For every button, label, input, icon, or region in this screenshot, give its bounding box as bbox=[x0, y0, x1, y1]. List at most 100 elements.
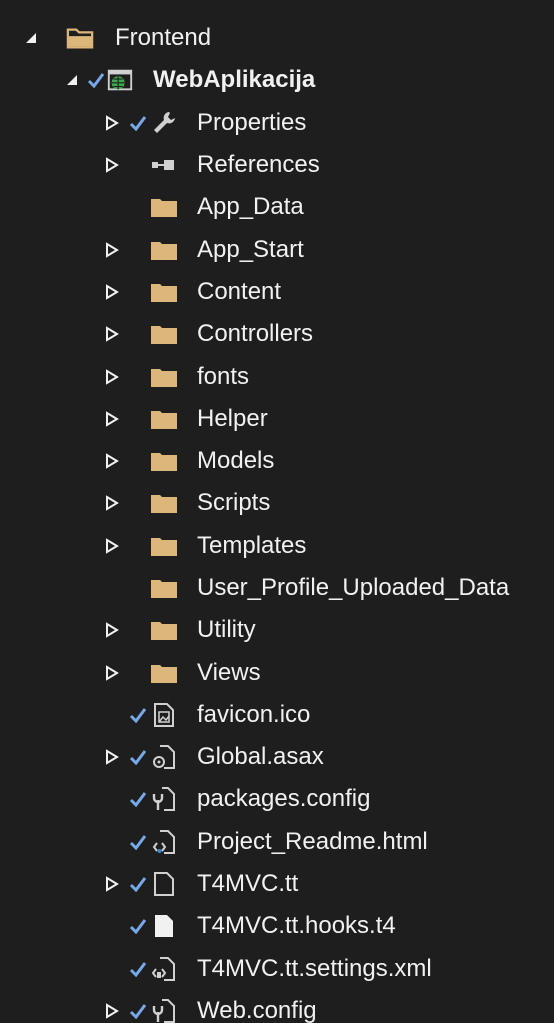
tree-node-label: Utility bbox=[197, 616, 256, 644]
tree-node-t4mvc-tt-settings-xml[interactable]: T4MVC.tt.settings.xml bbox=[0, 948, 554, 990]
tree-node-label: Controllers bbox=[197, 320, 314, 348]
tree-node-label: T4MVC.tt bbox=[197, 870, 299, 898]
tree-node-label: WebAplikacija bbox=[153, 66, 316, 94]
tree-node-models[interactable]: Models bbox=[0, 440, 554, 482]
checked-in-icon bbox=[128, 114, 148, 132]
solution-folder-icon bbox=[66, 25, 94, 51]
checked-in-icon bbox=[128, 1002, 148, 1020]
tree-node-label: packages.config bbox=[197, 785, 371, 813]
tree-node-label: User_Profile_Uploaded_Data bbox=[197, 574, 510, 601]
tree-node-app-start[interactable]: App_Start bbox=[0, 228, 554, 270]
collapsed-arrow-icon[interactable] bbox=[103, 325, 121, 343]
collapsed-arrow-icon[interactable] bbox=[103, 410, 121, 428]
tree-node-label: Views bbox=[197, 658, 261, 686]
tree-node-label: Frontend bbox=[115, 24, 212, 52]
folder-icon bbox=[150, 279, 178, 305]
tree-node-favicon-ico[interactable]: favicon.ico bbox=[0, 694, 554, 736]
collapsed-arrow-icon[interactable] bbox=[103, 748, 121, 766]
tree-node-label: favicon.ico bbox=[197, 700, 311, 728]
collapsed-arrow-icon[interactable] bbox=[103, 664, 121, 682]
tree-node-label: Properties bbox=[197, 108, 307, 136]
tree-node-packages-config[interactable]: packages.config bbox=[0, 778, 554, 820]
references-icon bbox=[150, 152, 178, 178]
image-file-icon bbox=[150, 702, 178, 728]
tree-node-app-data[interactable]: App_Data bbox=[0, 186, 554, 228]
tree-node-label: Content bbox=[197, 277, 282, 305]
collapsed-arrow-icon[interactable] bbox=[103, 875, 121, 893]
tree-node-templates[interactable]: Templates bbox=[0, 525, 554, 567]
config-file-icon bbox=[150, 998, 178, 1023]
white-file-icon bbox=[150, 913, 178, 939]
tree-node-user-profile-uploaded-data[interactable]: User_Profile_Uploaded_Data bbox=[0, 567, 554, 609]
wrench-icon bbox=[150, 110, 178, 136]
folder-icon bbox=[150, 490, 178, 516]
tree-node-helper[interactable]: Helper bbox=[0, 398, 554, 440]
tree-node-label: Templates bbox=[197, 531, 307, 559]
folder-icon bbox=[150, 533, 178, 559]
tree-node-global-asax[interactable]: Global.asax bbox=[0, 736, 554, 778]
checked-in-icon bbox=[128, 790, 148, 808]
tree-node-fonts[interactable]: fonts bbox=[0, 355, 554, 397]
checked-in-icon bbox=[128, 875, 148, 893]
config-file-icon bbox=[150, 786, 178, 812]
checked-in-icon bbox=[128, 706, 148, 724]
tree-node-label: T4MVC.tt.settings.xml bbox=[197, 954, 432, 982]
tree-node-label: App_Start bbox=[197, 235, 304, 263]
checked-in-icon bbox=[86, 71, 106, 89]
tree-node-label: Global.asax bbox=[197, 743, 324, 771]
tree-node-label: T4MVC.tt.hooks.t4 bbox=[197, 912, 396, 940]
tree-node-web-config[interactable]: Web.config bbox=[0, 990, 554, 1023]
checked-in-icon bbox=[128, 748, 148, 766]
tree-node-project-readme-html[interactable]: Project_Readme.html bbox=[0, 821, 554, 863]
checked-in-icon bbox=[128, 917, 148, 935]
tree-node-controllers[interactable]: Controllers bbox=[0, 313, 554, 355]
tree-node-label: Scripts bbox=[197, 489, 271, 517]
tree-node-properties[interactable]: Properties bbox=[0, 102, 554, 144]
tree-node-label: Helper bbox=[197, 404, 268, 432]
file-icon bbox=[150, 871, 178, 897]
collapsed-arrow-icon[interactable] bbox=[103, 1002, 121, 1020]
folder-icon bbox=[150, 575, 178, 601]
tree-node-webaplikacija[interactable]: WebAplikacija bbox=[0, 59, 554, 101]
expanded-arrow-icon[interactable] bbox=[22, 29, 40, 47]
tree-node-label: References bbox=[197, 151, 320, 179]
folder-icon bbox=[150, 194, 178, 220]
tree-node-t4mvc-tt[interactable]: T4MVC.tt bbox=[0, 863, 554, 905]
collapsed-arrow-icon[interactable] bbox=[103, 621, 121, 639]
collapsed-arrow-icon[interactable] bbox=[103, 368, 121, 386]
collapsed-arrow-icon[interactable] bbox=[103, 494, 121, 512]
xml-file-icon bbox=[150, 956, 178, 982]
tree-node-label: fonts bbox=[197, 362, 250, 390]
web-project-icon bbox=[106, 67, 134, 93]
tree-node-t4mvc-tt-hooks-t4[interactable]: T4MVC.tt.hooks.t4 bbox=[0, 905, 554, 947]
collapsed-arrow-icon[interactable] bbox=[103, 537, 121, 555]
tree-node-label: Project_Readme.html bbox=[197, 827, 428, 855]
tree-node-views[interactable]: Views bbox=[0, 651, 554, 693]
folder-icon bbox=[150, 617, 178, 643]
collapsed-arrow-icon[interactable] bbox=[103, 114, 121, 132]
checked-in-icon bbox=[128, 833, 148, 851]
folder-icon bbox=[150, 364, 178, 390]
collapsed-arrow-icon[interactable] bbox=[103, 241, 121, 259]
collapsed-arrow-icon[interactable] bbox=[103, 156, 121, 174]
solution-explorer-tree: Frontend WebAplikacija Properties Refere… bbox=[0, 0, 554, 1023]
tree-node-content[interactable]: Content bbox=[0, 271, 554, 313]
html-file-icon bbox=[150, 829, 178, 855]
asax-file-icon bbox=[150, 744, 178, 770]
folder-icon bbox=[150, 448, 178, 474]
collapsed-arrow-icon[interactable] bbox=[103, 283, 121, 301]
tree-node-frontend[interactable]: Frontend bbox=[0, 17, 554, 59]
folder-icon bbox=[150, 406, 178, 432]
tree-node-scripts[interactable]: Scripts bbox=[0, 482, 554, 524]
tree-node-label: Models bbox=[197, 447, 275, 475]
folder-icon bbox=[150, 321, 178, 347]
tree-node-references[interactable]: References bbox=[0, 144, 554, 186]
folder-icon bbox=[150, 660, 178, 686]
tree-node-utility[interactable]: Utility bbox=[0, 609, 554, 651]
checked-in-icon bbox=[128, 960, 148, 978]
folder-icon bbox=[150, 237, 178, 263]
expanded-arrow-icon[interactable] bbox=[63, 71, 81, 89]
collapsed-arrow-icon[interactable] bbox=[103, 452, 121, 470]
tree-node-label: App_Data bbox=[197, 193, 304, 221]
tree-node-label: Web.config bbox=[197, 996, 317, 1023]
